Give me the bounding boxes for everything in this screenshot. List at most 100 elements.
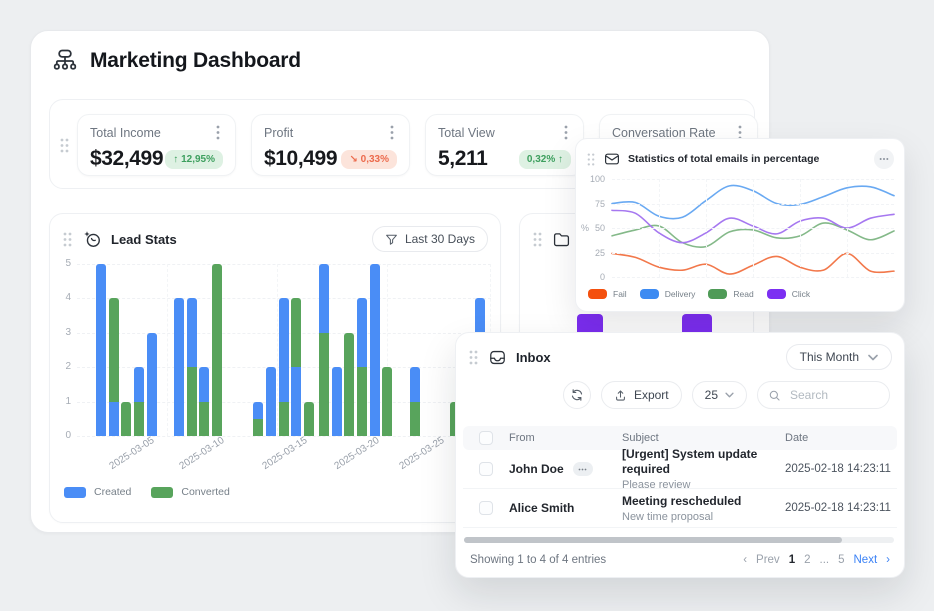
drag-handle-icon[interactable] <box>468 349 479 366</box>
x-axis-label: 2025-03-05 <box>101 431 162 476</box>
inbox-title: Inbox <box>516 350 551 365</box>
y-axis-tick: 2 <box>55 361 71 372</box>
bar-segment <box>357 298 367 367</box>
bar-segment <box>319 333 329 436</box>
bar-segment <box>370 264 380 436</box>
ellipsis-menu-button[interactable] <box>874 149 894 169</box>
search-icon <box>768 389 781 402</box>
row-menu-button[interactable] <box>573 462 593 476</box>
stat-value: 5,211 <box>438 147 487 171</box>
legend-label: Read <box>733 289 753 299</box>
page-size-select[interactable]: 25 <box>692 381 747 409</box>
legend-label: Fail <box>613 289 627 299</box>
period-select[interactable]: This Month <box>786 344 892 370</box>
export-button[interactable]: Export <box>601 381 682 409</box>
lead-sparkle-icon <box>82 229 102 249</box>
dashboard-page: Marketing Dashboard Total Income <box>0 0 934 611</box>
page-1[interactable]: 1 <box>789 554 795 566</box>
drag-handle-icon[interactable] <box>62 231 73 248</box>
stat-label: Total View <box>438 126 495 140</box>
bar-segment <box>253 419 263 436</box>
bar <box>147 333 157 436</box>
inbox-icon <box>488 348 507 367</box>
bar-segment <box>134 402 144 436</box>
bar-segment <box>253 402 263 419</box>
bar-segment <box>266 367 276 436</box>
page-header: Marketing Dashboard <box>51 47 301 75</box>
gridline <box>659 179 660 277</box>
page-5[interactable]: 5 <box>838 554 844 566</box>
drag-handle-icon[interactable] <box>586 152 596 167</box>
y-axis-title: % <box>581 223 589 233</box>
bar <box>382 367 392 436</box>
legend-swatch <box>767 289 786 299</box>
prev-chevron[interactable]: ‹ <box>743 554 747 566</box>
table-row[interactable]: John Doe [Urgent] System update required… <box>463 450 897 489</box>
bar <box>121 402 131 436</box>
next-button[interactable]: Next <box>854 554 878 566</box>
gridline <box>167 264 168 436</box>
refresh-button[interactable] <box>563 381 591 409</box>
legend-item: Converted <box>151 486 229 498</box>
stat-label: Profit <box>264 126 293 140</box>
kebab-icon[interactable] <box>561 124 571 141</box>
x-axis-label: 2025-03-15 <box>254 431 315 476</box>
page-ellipsis: ... <box>820 554 830 566</box>
y-axis-tick: 25 <box>585 248 605 258</box>
y-axis-tick: 100 <box>585 174 605 184</box>
bar <box>174 298 184 436</box>
stat-label: Total Income <box>90 126 161 140</box>
prev-button[interactable]: Prev <box>756 554 780 566</box>
drag-handle-icon[interactable] <box>59 137 70 154</box>
search-box <box>757 381 890 409</box>
legend-label: Click <box>792 289 810 299</box>
inbox-toolbar: Export 25 <box>563 381 890 409</box>
bar-segment <box>357 367 367 436</box>
column-header-date: Date <box>785 432 897 444</box>
email-date: 2025-02-18 14:23:11 <box>785 463 897 475</box>
gridline <box>77 436 491 437</box>
folder-icon <box>552 230 571 249</box>
bar <box>291 298 301 436</box>
email-stats-chart: 0255075100% <box>612 179 894 277</box>
legend-swatch <box>588 289 607 299</box>
y-axis-tick: 75 <box>585 199 605 209</box>
row-checkbox[interactable] <box>479 462 493 476</box>
kebab-icon[interactable] <box>387 124 397 141</box>
sender-name: Alice Smith <box>509 501 574 515</box>
legend-item: Fail <box>588 289 627 299</box>
kebab-icon[interactable] <box>213 124 223 141</box>
select-all-checkbox[interactable] <box>479 431 493 445</box>
legend-item: Read <box>708 289 753 299</box>
date-filter-button[interactable]: Last 30 Days <box>372 226 488 252</box>
inbox-footer: Showing 1 to 4 of 4 entries ‹ Prev 1 2 .… <box>470 549 890 571</box>
row-checkbox[interactable] <box>479 501 493 515</box>
bar <box>96 264 106 436</box>
drag-handle-icon[interactable] <box>532 231 543 248</box>
bar <box>266 367 276 436</box>
table-row[interactable]: Alice Smith Meeting rescheduled New time… <box>463 489 897 528</box>
legend-label: Converted <box>181 486 229 498</box>
bar-segment <box>410 402 420 436</box>
bar <box>410 367 420 436</box>
horizontal-scrollbar[interactable] <box>464 537 894 543</box>
next-chevron[interactable]: › <box>886 554 890 566</box>
scrollbar-thumb[interactable] <box>464 537 842 543</box>
email-preview: Please review <box>622 479 785 491</box>
email-date: 2025-02-18 14:23:11 <box>785 502 897 514</box>
bar-segment <box>319 264 329 333</box>
legend-item: Delivery <box>640 289 696 299</box>
email-preview: New time proposal <box>622 511 785 523</box>
email-subject: [Urgent] System update required <box>622 447 785 477</box>
legend-label: Created <box>94 486 131 498</box>
search-input[interactable] <box>788 387 879 403</box>
bar-segment <box>332 367 342 436</box>
y-axis-tick: 5 <box>55 258 71 269</box>
bar-segment <box>109 402 119 436</box>
column-header-subject: Subject <box>622 432 785 444</box>
bar-segment <box>344 333 354 436</box>
page-2[interactable]: 2 <box>804 554 810 566</box>
bar <box>212 264 222 436</box>
inbox-card: Inbox This Month <box>455 332 905 578</box>
chevron-down-icon <box>868 354 878 361</box>
